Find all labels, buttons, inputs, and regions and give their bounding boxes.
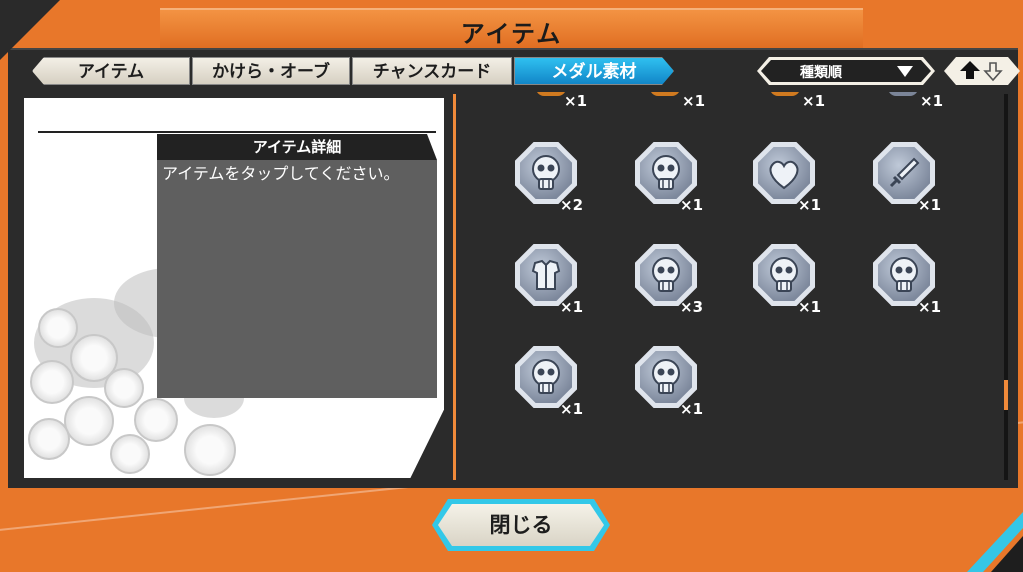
detail-body [157,160,437,398]
medal-count: ×1 [560,400,584,418]
title-bar: アイテム [160,8,863,48]
medal-item[interactable]: ×1 [736,234,826,324]
heart-icon [769,160,799,190]
detail-message: アイテムをタップしてください。 [162,164,400,183]
panel-divider [453,94,456,480]
medal-badge [515,142,577,204]
window-frame: アイテム アイテム かけら・オーブ チャンスカード メダル素材 種類順 アイテム… [0,0,1023,572]
medal-badge [515,244,577,306]
skull-icon [652,359,680,394]
skull-icon [532,359,560,394]
top-row-count: ×1 [920,92,944,110]
skull-icon [652,155,680,190]
top-row-count: ×1 [564,92,588,110]
page-title: アイテム [460,20,563,48]
medal-count: ×1 [798,298,822,316]
tab-fragments-orbs[interactable]: かけら・オーブ [192,57,350,85]
sort-label: 種類順 [800,65,842,81]
tab-medal-materials[interactable]: メダル素材 [514,57,674,85]
medal-item[interactable]: ×1 [856,132,946,222]
medal-count: ×1 [918,298,942,316]
medal-badge [753,142,815,204]
skull-icon [770,257,798,292]
sort-dropdown[interactable]: 種類順 [757,57,935,85]
medal-item[interactable]: ×1 [498,336,588,426]
medal-badge [515,346,577,408]
scroll-thumb[interactable] [1004,380,1008,410]
medal-item[interactable]: ×1 [736,132,826,222]
medal-count: ×2 [560,196,584,214]
sort-order-icon [944,57,1020,85]
medal-badge [873,244,935,306]
top-row-count: ×1 [802,92,826,110]
tab-items[interactable]: アイテム [32,57,190,85]
medal-count: ×1 [918,196,942,214]
skull-icon [652,257,680,292]
medal-grid: ×1 ×1 ×1 ×1 ×2 ×1 ×1 ×1 ×1 ×3 ×1 ×1 ×1 ×1 [458,92,1003,480]
medal-item[interactable]: ×3 [618,234,708,324]
medal-item[interactable]: ×1 [498,234,588,324]
medal-badge [873,142,935,204]
skull-icon [532,155,560,190]
medal-item[interactable]: ×1 [618,132,708,222]
top-row-count: ×1 [682,92,706,110]
medal-count: ×1 [680,196,704,214]
sword-icon [889,157,920,188]
detail-heading: アイテム詳細 [157,134,437,160]
medal-badge [753,244,815,306]
medal-item[interactable]: ×2 [498,132,588,222]
chevron-down-icon [897,66,913,77]
armor-icon [531,259,561,290]
close-button-label: 閉じる [438,504,604,546]
sort-order-toggle[interactable] [944,57,1020,85]
close-button[interactable]: 閉じる [432,499,610,551]
medal-badge [635,244,697,306]
medal-badge [635,142,697,204]
medal-count: ×3 [680,298,704,316]
detail-divider [38,131,436,133]
corner-stripe-decoration [967,512,1023,572]
skull-icon [890,257,918,292]
medal-count: ×1 [680,400,704,418]
medal-count: ×1 [798,196,822,214]
medal-item[interactable]: ×1 [618,336,708,426]
tab-chance-cards[interactable]: チャンスカード [352,57,512,85]
medal-count: ×1 [560,298,584,316]
medal-item[interactable]: ×1 [856,234,946,324]
scroll-track[interactable] [1004,94,1008,480]
medal-badge [635,346,697,408]
